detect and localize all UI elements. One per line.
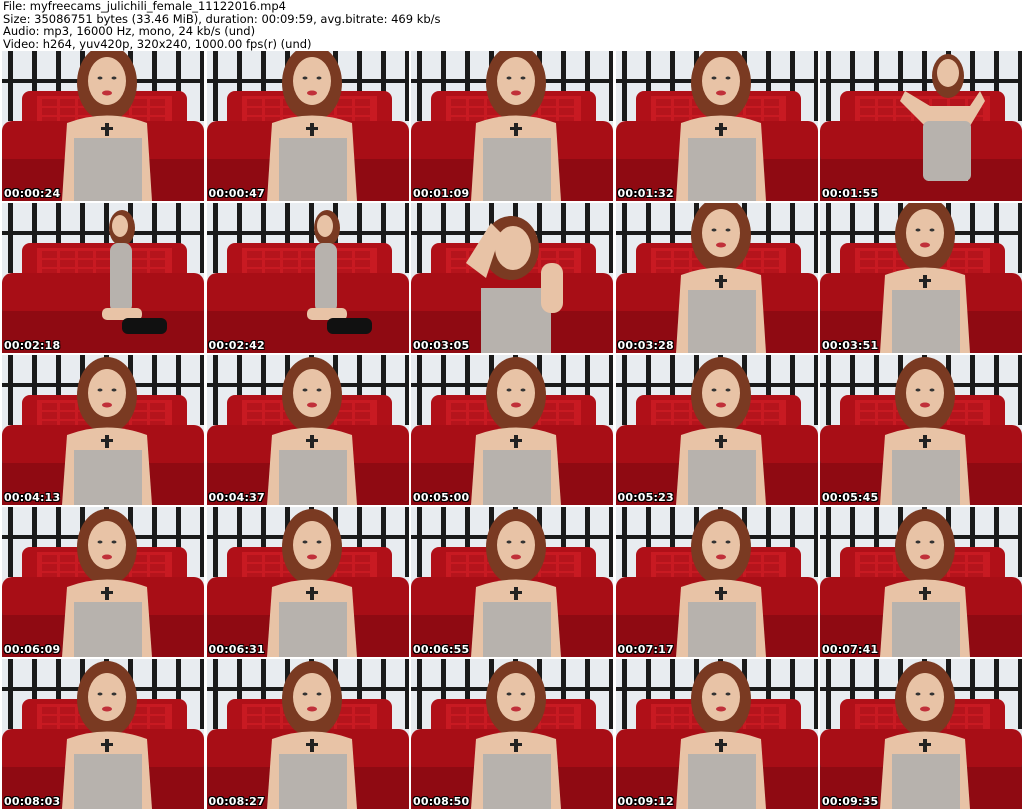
frame-image xyxy=(206,355,409,505)
video-frame-thumbnail: 00:04:37 xyxy=(206,355,409,505)
frame-image xyxy=(411,355,613,505)
frame-timestamp: 00:02:42 xyxy=(208,339,265,352)
frame-image xyxy=(206,659,409,809)
frame-timestamp: 00:06:31 xyxy=(208,643,265,656)
video-frame-thumbnail: 00:00:24 xyxy=(2,51,204,201)
frame-image xyxy=(411,51,613,201)
video-frame-thumbnail: 00:05:23 xyxy=(615,355,818,505)
file-name-line: File: myfreecams_julichili_female_111220… xyxy=(3,0,286,13)
frame-image xyxy=(615,51,818,201)
video-frame-thumbnail: 00:07:41 xyxy=(820,507,1022,657)
video-frame-thumbnail: 00:08:27 xyxy=(206,659,409,809)
frame-timestamp: 00:09:35 xyxy=(822,795,879,808)
frame-timestamp: 00:05:00 xyxy=(413,491,470,504)
frame-image xyxy=(2,203,204,353)
frame-timestamp: 00:03:05 xyxy=(413,339,470,352)
file-info-header: File: myfreecams_julichili_female_111220… xyxy=(3,0,1021,50)
video-frame-thumbnail: 00:07:17 xyxy=(615,507,818,657)
frame-timestamp: 00:01:32 xyxy=(617,187,674,200)
video-frame-thumbnail: 00:09:12 xyxy=(615,659,818,809)
video-frame-thumbnail: 00:08:03 xyxy=(2,659,204,809)
frame-image xyxy=(820,355,1022,505)
frame-image xyxy=(2,51,204,201)
frame-timestamp: 00:03:28 xyxy=(617,339,674,352)
frame-image xyxy=(2,355,204,505)
frame-timestamp: 00:09:12 xyxy=(617,795,674,808)
video-frame-thumbnail: 00:06:31 xyxy=(206,507,409,657)
frame-image xyxy=(411,507,613,657)
frame-image xyxy=(206,203,409,353)
video-frame-thumbnail: 00:01:32 xyxy=(615,51,818,201)
frame-timestamp: 00:01:55 xyxy=(822,187,879,200)
frame-image xyxy=(206,51,409,201)
video-frame-thumbnail: 00:09:35 xyxy=(820,659,1022,809)
video-frame-thumbnail: 00:04:13 xyxy=(2,355,204,505)
video-frame-thumbnail: 00:02:42 xyxy=(206,203,409,353)
frame-image xyxy=(2,507,204,657)
frame-timestamp: 00:00:24 xyxy=(4,187,61,200)
frame-timestamp: 00:06:55 xyxy=(413,643,470,656)
frame-timestamp: 00:08:03 xyxy=(4,795,61,808)
video-frame-thumbnail: 00:06:09 xyxy=(2,507,204,657)
video-frame-thumbnail: 00:05:00 xyxy=(411,355,613,505)
frame-image xyxy=(411,203,613,353)
video-frame-thumbnail: 00:02:18 xyxy=(2,203,204,353)
frame-timestamp: 00:08:50 xyxy=(413,795,470,808)
video-frame-thumbnail: 00:08:50 xyxy=(411,659,613,809)
video-frame-thumbnail: 00:05:45 xyxy=(820,355,1022,505)
frame-timestamp: 00:02:18 xyxy=(4,339,61,352)
frame-timestamp: 00:08:27 xyxy=(208,795,265,808)
frame-image xyxy=(615,355,818,505)
frame-image xyxy=(820,659,1022,809)
frame-timestamp: 00:07:41 xyxy=(822,643,879,656)
video-frame-thumbnail: 00:00:47 xyxy=(206,51,409,201)
video-frame-thumbnail: 00:01:55 xyxy=(820,51,1022,201)
frame-timestamp: 00:03:51 xyxy=(822,339,879,352)
frame-timestamp: 00:04:37 xyxy=(208,491,265,504)
frame-timestamp: 00:01:09 xyxy=(413,187,470,200)
video-frame-thumbnail: 00:01:09 xyxy=(411,51,613,201)
frame-timestamp: 00:07:17 xyxy=(617,643,674,656)
frame-image xyxy=(411,659,613,809)
frame-timestamp: 00:06:09 xyxy=(4,643,61,656)
frame-image xyxy=(206,507,409,657)
frame-image xyxy=(615,659,818,809)
frame-timestamp: 00:05:23 xyxy=(617,491,674,504)
audio-info-line: Audio: mp3, 16000 Hz, mono, 24 kb/s (und… xyxy=(3,24,256,38)
video-frame-thumbnail: 00:03:51 xyxy=(820,203,1022,353)
video-frame-thumbnail: 00:03:05 xyxy=(411,203,613,353)
frame-image xyxy=(820,507,1022,657)
video-frame-thumbnail: 00:03:28 xyxy=(615,203,818,353)
frame-image xyxy=(2,659,204,809)
video-frame-thumbnail: 00:06:55 xyxy=(411,507,613,657)
frame-image xyxy=(615,507,818,657)
frame-timestamp: 00:04:13 xyxy=(4,491,61,504)
frame-image xyxy=(820,203,1022,353)
frame-timestamp: 00:00:47 xyxy=(208,187,265,200)
thumbnail-grid: 00:00:24 00:00:47 00:01:09 00:01:32 00:01:55… xyxy=(2,51,1022,809)
frame-timestamp: 00:05:45 xyxy=(822,491,879,504)
video-info-line: Video: h264, yuv420p, 320x240, 1000.00 f… xyxy=(3,36,312,51)
frame-image xyxy=(820,51,1022,201)
frame-image xyxy=(615,203,818,353)
